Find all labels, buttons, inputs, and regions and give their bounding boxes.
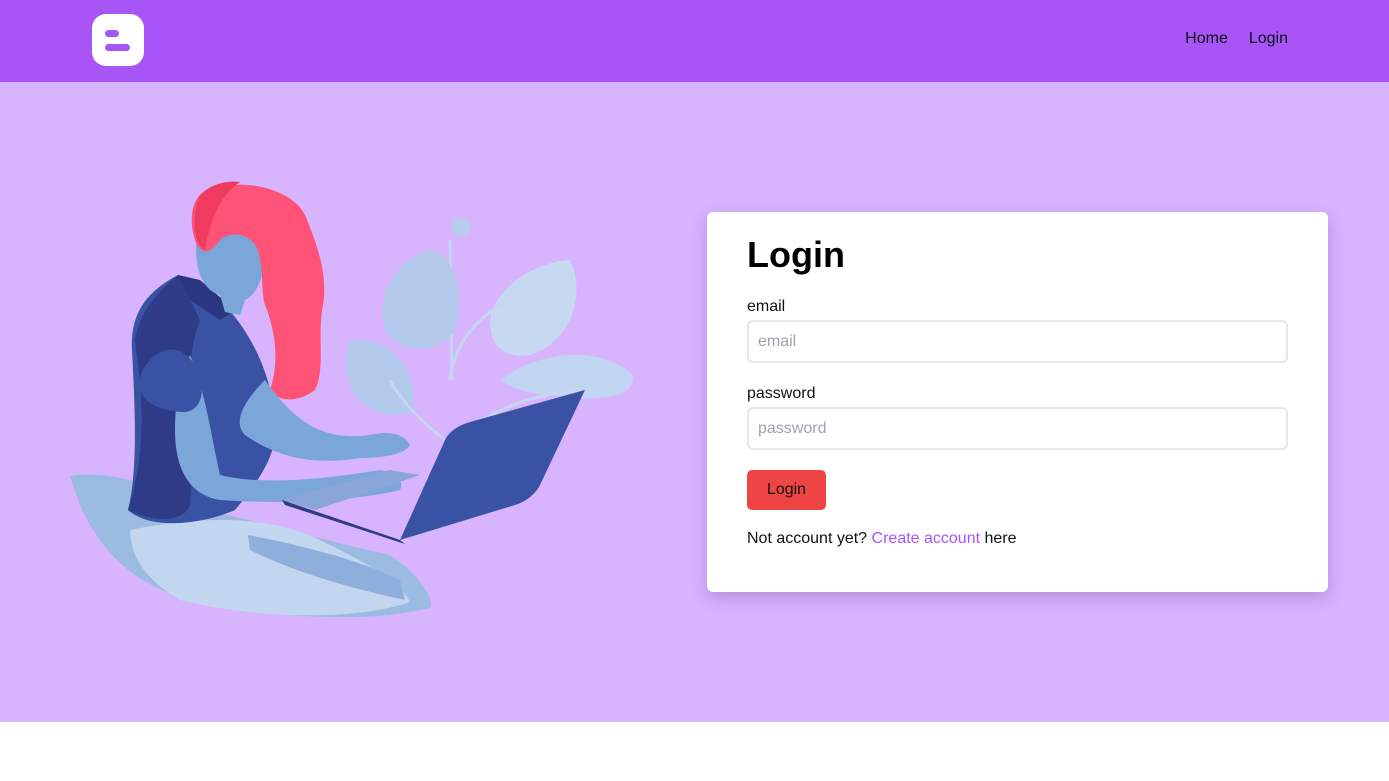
nav-home-link[interactable]: Home (1185, 30, 1228, 48)
signup-suffix: here (984, 530, 1017, 547)
password-label: password (747, 385, 816, 402)
password-input[interactable] (747, 407, 1288, 450)
login-card: Login email password Login Not account y… (707, 212, 1328, 592)
navbar: Home Login (0, 0, 1389, 82)
blogger-logo-icon[interactable] (92, 14, 144, 66)
woman-with-laptop-illustration (60, 180, 650, 630)
nav-login-link[interactable]: Login (1249, 30, 1288, 48)
login-button[interactable]: Login (747, 470, 826, 510)
signup-prefix: Not account yet? (747, 530, 868, 547)
email-label: email (747, 298, 786, 315)
signup-prompt: Not account yet? Create account here (747, 530, 1288, 548)
login-title: Login (747, 234, 845, 275)
email-input[interactable] (747, 320, 1288, 363)
create-account-link[interactable]: Create account (872, 530, 981, 547)
nav-links: Home Login (1185, 30, 1288, 48)
